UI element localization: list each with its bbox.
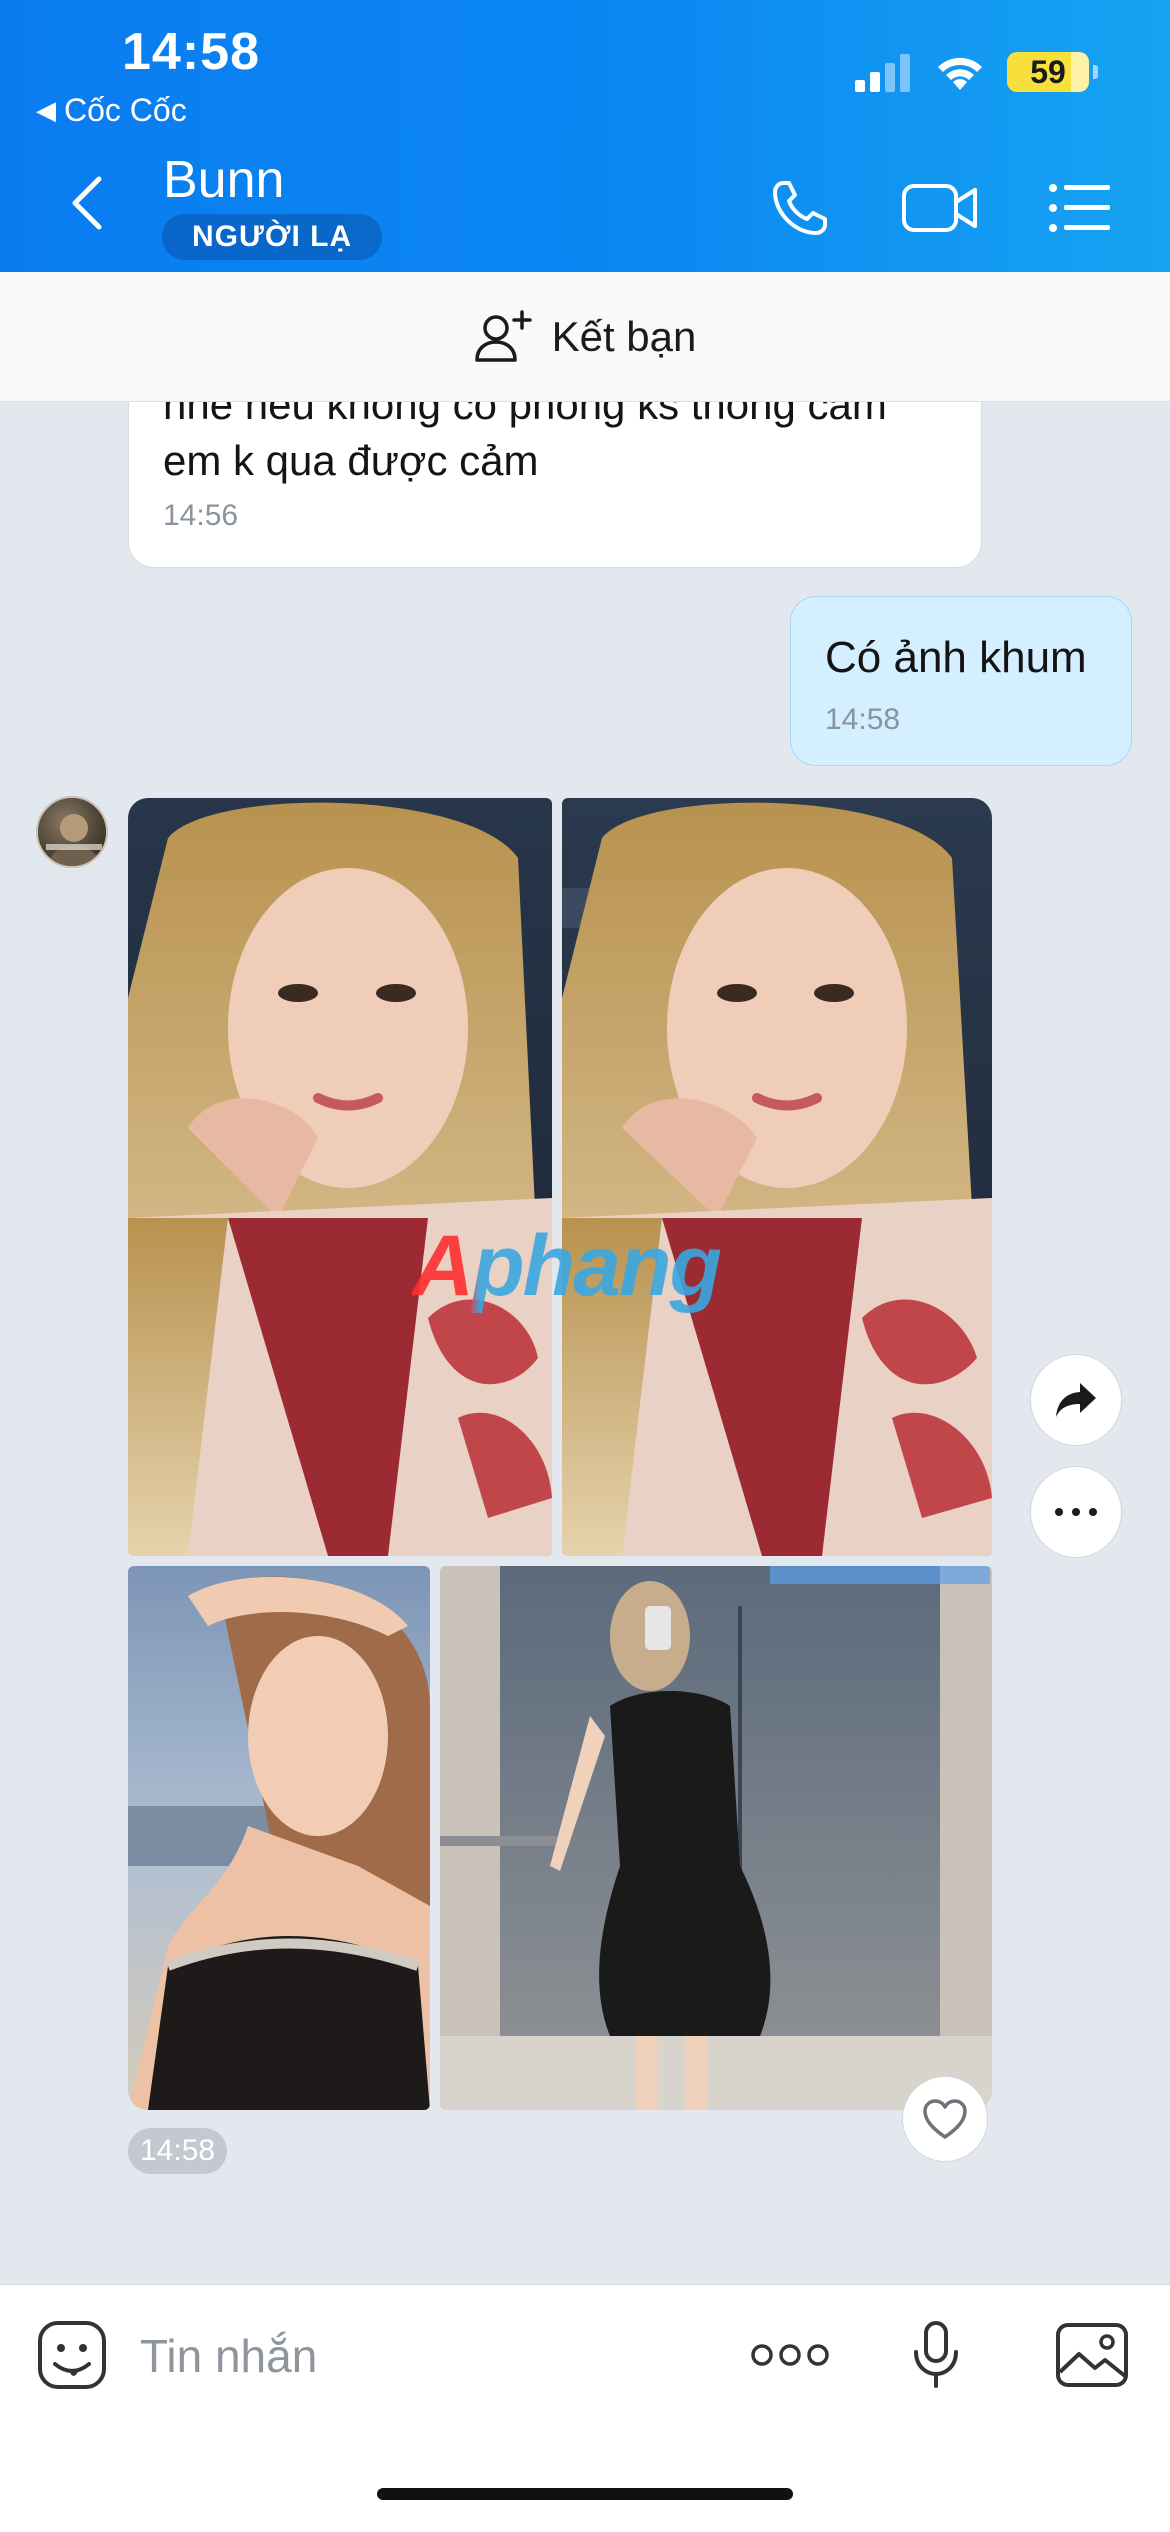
home-indicator[interactable] <box>377 2488 793 2500</box>
more-dots-icon <box>1055 1508 1097 1516</box>
share-button[interactable] <box>1030 1354 1122 1446</box>
stranger-badge: NGƯỜI LẠ <box>162 214 383 260</box>
add-friend-button[interactable]: Kết bạn <box>0 272 1170 402</box>
add-friend-label: Kết bạn <box>551 312 697 360</box>
more-actions-button[interactable] <box>750 2315 830 2395</box>
phone-icon <box>773 181 827 235</box>
message-time: 14:56 <box>163 499 239 532</box>
back-triangle-icon: ◀ <box>36 95 56 125</box>
message-text: nhé nếu không có phòng ks thông cảm em k… <box>163 402 887 484</box>
video-call-icon <box>902 184 977 232</box>
image-icon <box>1056 2323 1128 2387</box>
battery-tip <box>1093 65 1098 79</box>
more-options-icon <box>751 2344 829 2366</box>
battery-icon: 59 <box>1007 52 1089 92</box>
signal-icon <box>855 54 910 92</box>
back-app-label: Cốc Cốc <box>64 92 187 128</box>
photo-4[interactable] <box>440 1566 992 2110</box>
contact-name[interactable]: Bunn <box>163 150 284 210</box>
add-user-icon <box>474 309 532 362</box>
photo-3[interactable] <box>128 1566 430 2110</box>
incoming-message-bubble[interactable]: nhé nếu không có phòng ks thông cảm em k… <box>128 402 982 568</box>
photo-2[interactable] <box>562 798 992 1556</box>
watermark-logo: Aphang <box>412 1218 722 1314</box>
menu-list-icon <box>1049 184 1110 232</box>
photo-group-time: 14:58 <box>128 2128 228 2174</box>
like-button[interactable] <box>902 2076 988 2162</box>
avatar[interactable] <box>36 796 108 868</box>
voice-button[interactable] <box>896 2315 976 2395</box>
sticker-icon <box>38 2321 106 2389</box>
back-icon <box>72 176 102 230</box>
video-call-button[interactable] <box>900 168 980 248</box>
call-button[interactable] <box>760 168 840 248</box>
status-time: 14:58 <box>122 23 260 81</box>
chat-area[interactable]: nhé nếu không có phòng ks thông cảm em k… <box>0 402 1170 2284</box>
image-button[interactable] <box>1052 2315 1132 2395</box>
heart-icon <box>923 2099 967 2139</box>
wifi-icon <box>938 57 982 90</box>
message-input[interactable] <box>140 2321 700 2391</box>
battery-level: 59 <box>1030 53 1066 90</box>
more-options-button[interactable] <box>1030 1466 1122 1558</box>
back-to-app-link[interactable]: ◀ Cốc Cốc <box>36 92 187 129</box>
sticker-button[interactable] <box>32 2315 112 2395</box>
message-text: Có ảnh khum <box>825 633 1087 682</box>
share-icon <box>1056 1383 1096 1417</box>
status-icons: 59 <box>855 52 1098 92</box>
chat-header: 14:58 ◀ Cốc Cốc 59 Bunn NGƯỜI LẠ <box>0 0 1170 272</box>
photo-1[interactable] <box>128 798 552 1556</box>
back-button[interactable] <box>52 168 122 238</box>
menu-button[interactable] <box>1040 168 1120 248</box>
message-time: 14:58 <box>825 703 901 736</box>
microphone-icon <box>914 2321 958 2388</box>
outgoing-message-bubble[interactable]: Có ảnh khum 14:58 <box>790 596 1132 766</box>
